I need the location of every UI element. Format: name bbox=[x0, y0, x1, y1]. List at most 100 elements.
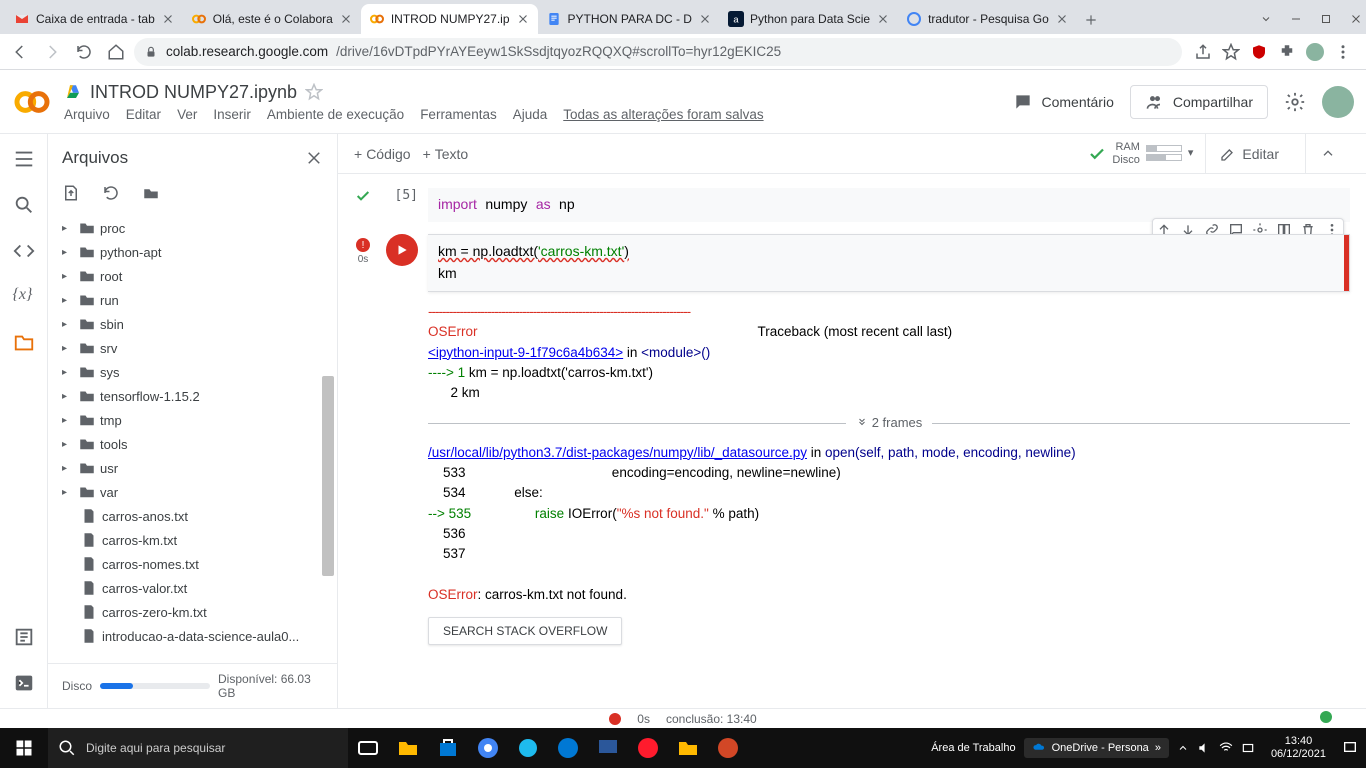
folder-row[interactable]: ▸run bbox=[52, 288, 337, 312]
mount-drive-icon[interactable] bbox=[142, 184, 160, 202]
notifications-icon[interactable] bbox=[1342, 740, 1358, 756]
minimize-icon[interactable] bbox=[1290, 13, 1302, 25]
chevron-down-icon[interactable] bbox=[1260, 13, 1272, 25]
variables-icon[interactable]: {x} bbox=[13, 286, 35, 308]
browser-tab-alura[interactable]: a Python para Data Scie bbox=[720, 4, 898, 34]
folder-row[interactable]: ▸var bbox=[52, 480, 337, 504]
menu-editar[interactable]: Editar bbox=[126, 107, 161, 122]
folder-row[interactable]: ▸root bbox=[52, 264, 337, 288]
forward-button[interactable] bbox=[38, 38, 66, 66]
browser-tab-gmail[interactable]: Caixa de entrada - tab bbox=[6, 4, 183, 34]
colab-logo-icon[interactable] bbox=[12, 82, 52, 122]
file-row[interactable]: carros-zero-km.txt bbox=[52, 600, 337, 624]
search-icon[interactable] bbox=[13, 194, 35, 216]
notebook-title[interactable]: INTROD NUMPY27.ipynb bbox=[90, 82, 297, 103]
window-close-icon[interactable] bbox=[1350, 13, 1362, 25]
edit-mode-button[interactable]: Editar bbox=[1205, 134, 1293, 174]
explorer-icon[interactable] bbox=[396, 736, 420, 760]
address-bar[interactable]: colab.research.google.com/drive/16vDTpdP… bbox=[134, 38, 1182, 66]
comment-button[interactable]: Comentário bbox=[1013, 92, 1113, 112]
desktop-label[interactable]: Área de Trabalho bbox=[931, 742, 1015, 754]
gear-icon[interactable] bbox=[1284, 91, 1306, 113]
start-button[interactable] bbox=[0, 728, 48, 768]
file-row[interactable]: carros-anos.txt bbox=[52, 504, 337, 528]
close-icon[interactable] bbox=[161, 12, 175, 26]
add-text-button[interactable]: +Texto bbox=[423, 146, 469, 162]
vm-icon[interactable] bbox=[596, 736, 620, 760]
folder-row[interactable]: ▸srv bbox=[52, 336, 337, 360]
close-icon[interactable] bbox=[1055, 12, 1069, 26]
menu-ver[interactable]: Ver bbox=[177, 107, 197, 122]
star-icon[interactable] bbox=[305, 83, 323, 101]
ipython-link[interactable]: <ipython-input-9-1f79c6a4b634> bbox=[428, 345, 623, 360]
folder-row[interactable]: ▸sbin bbox=[52, 312, 337, 336]
volume-icon[interactable] bbox=[1197, 741, 1211, 755]
taskbar-search[interactable]: Digite aqui para pesquisar bbox=[48, 728, 348, 768]
menu-icon[interactable] bbox=[1334, 43, 1352, 61]
browser-tab-colab1[interactable]: Olá, este é o Colabora bbox=[183, 4, 361, 34]
ie-icon[interactable] bbox=[516, 736, 540, 760]
code-cell-1[interactable]: [5] import numpy as np bbox=[354, 188, 1350, 222]
close-icon[interactable] bbox=[698, 12, 712, 26]
folder-row[interactable]: ▸proc bbox=[52, 216, 337, 240]
folder-row[interactable]: ▸usr bbox=[52, 456, 337, 480]
powerpoint-icon[interactable] bbox=[716, 736, 740, 760]
files-icon[interactable] bbox=[13, 332, 35, 354]
browser-tab-active[interactable]: INTROD NUMPY27.ip bbox=[361, 4, 538, 34]
close-icon[interactable] bbox=[876, 12, 890, 26]
folder-row[interactable]: ▸tensorflow-1.15.2 bbox=[52, 384, 337, 408]
menu-inserir[interactable]: Inserir bbox=[213, 107, 251, 122]
code-icon[interactable] bbox=[13, 240, 35, 262]
chrome-icon[interactable] bbox=[476, 736, 500, 760]
scrollbar[interactable] bbox=[320, 216, 336, 663]
folder-row[interactable]: ▸tools bbox=[52, 432, 337, 456]
cell-code[interactable]: km = np.loadtxt('carros-km.txt') km bbox=[428, 235, 1349, 291]
save-status[interactable]: Todas as alterações foram salvas bbox=[563, 107, 763, 122]
close-panel-icon[interactable] bbox=[305, 149, 323, 167]
user-avatar[interactable] bbox=[1322, 86, 1354, 118]
menu-ferramentas[interactable]: Ferramentas bbox=[420, 107, 497, 122]
clock[interactable]: 13:40 06/12/2021 bbox=[1263, 735, 1334, 761]
maximize-icon[interactable] bbox=[1320, 13, 1332, 25]
star-icon[interactable] bbox=[1222, 43, 1240, 61]
cell-code[interactable]: import numpy as np bbox=[428, 188, 1350, 222]
menu-arquivo[interactable]: Arquivo bbox=[64, 107, 110, 122]
datasource-link[interactable]: /usr/local/lib/python3.7/dist-packages/n… bbox=[428, 445, 807, 460]
add-code-button[interactable]: +Código bbox=[354, 146, 411, 162]
edge-icon[interactable] bbox=[556, 736, 580, 760]
toc-icon[interactable] bbox=[13, 148, 35, 170]
back-button[interactable] bbox=[6, 38, 34, 66]
mcafee-icon[interactable] bbox=[1250, 43, 1268, 61]
browser-tab-gdocs[interactable]: PYTHON PARA DC - D bbox=[538, 4, 720, 34]
cells-container[interactable]: [5] import numpy as np bbox=[338, 174, 1366, 708]
onedrive-button[interactable]: OneDrive - Persona » bbox=[1024, 738, 1169, 758]
folder-row[interactable]: ▸tmp bbox=[52, 408, 337, 432]
menu-ajuda[interactable]: Ajuda bbox=[513, 107, 548, 122]
file-row[interactable]: carros-valor.txt bbox=[52, 576, 337, 600]
close-icon[interactable] bbox=[339, 12, 353, 26]
terminal-icon[interactable] bbox=[13, 672, 35, 694]
search-stackoverflow-button[interactable]: SEARCH STACK OVERFLOW bbox=[428, 617, 622, 645]
snippets-icon[interactable] bbox=[13, 626, 35, 648]
folder-row[interactable]: ▸sys bbox=[52, 360, 337, 384]
menu-ambiente[interactable]: Ambiente de execução bbox=[267, 107, 404, 122]
close-icon[interactable] bbox=[516, 12, 530, 26]
share-button[interactable]: Compartilhar bbox=[1130, 85, 1268, 119]
extensions-icon[interactable] bbox=[1278, 43, 1296, 61]
folder-row[interactable]: ▸python-apt bbox=[52, 240, 337, 264]
run-cell-button[interactable] bbox=[386, 234, 418, 266]
profile-avatar[interactable] bbox=[1306, 43, 1324, 61]
refresh-icon[interactable] bbox=[102, 184, 120, 202]
share-icon[interactable] bbox=[1194, 43, 1212, 61]
file-row[interactable]: carros-nomes.txt bbox=[52, 552, 337, 576]
resources-indicator[interactable]: RAM Disco ▾ bbox=[1088, 141, 1193, 165]
wifi-icon[interactable] bbox=[1219, 741, 1233, 755]
code-cell-2-active[interactable]: ! 0s km = np.loadtxt('carros-km.txt') km bbox=[354, 234, 1350, 645]
folder-icon[interactable] bbox=[676, 736, 700, 760]
browser-tab-google[interactable]: tradutor - Pesquisa Go bbox=[898, 4, 1077, 34]
reload-button[interactable] bbox=[70, 38, 98, 66]
file-tree[interactable]: ▸proc▸python-apt▸root▸run▸sbin▸srv▸sys▸t… bbox=[48, 216, 337, 663]
task-view-icon[interactable] bbox=[356, 736, 380, 760]
upload-icon[interactable] bbox=[62, 184, 80, 202]
language-icon[interactable] bbox=[1241, 741, 1255, 755]
